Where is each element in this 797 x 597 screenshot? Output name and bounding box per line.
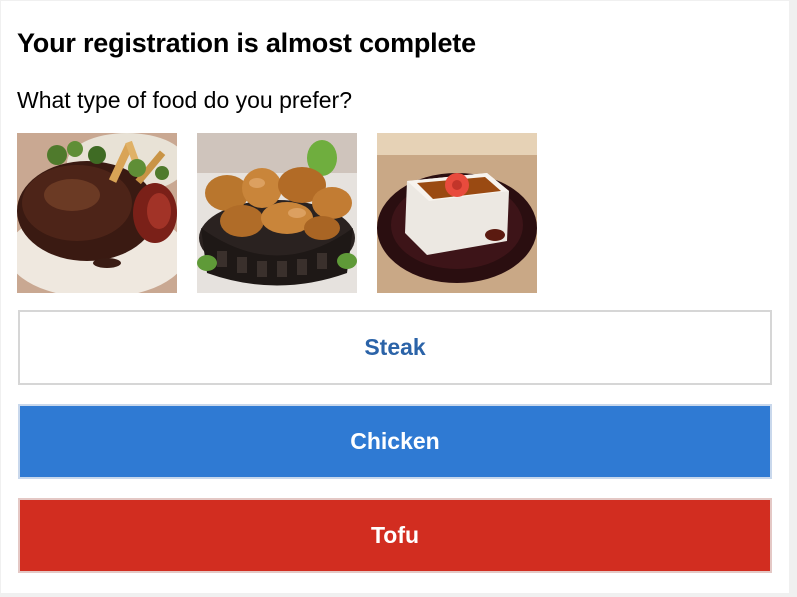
page-title: Your registration is almost complete [17, 28, 476, 58]
tofu-button[interactable]: Tofu [18, 498, 772, 573]
fried-chicken-photo [197, 133, 357, 293]
tofu-photo [377, 133, 537, 293]
steak-photo [17, 133, 177, 293]
chicken-button[interactable]: Chicken [18, 404, 772, 479]
steak-button[interactable]: Steak [18, 310, 772, 385]
food-question: What type of food do you prefer? [17, 87, 352, 113]
registration-card: Your registration is almost complete Wha… [1, 1, 789, 593]
